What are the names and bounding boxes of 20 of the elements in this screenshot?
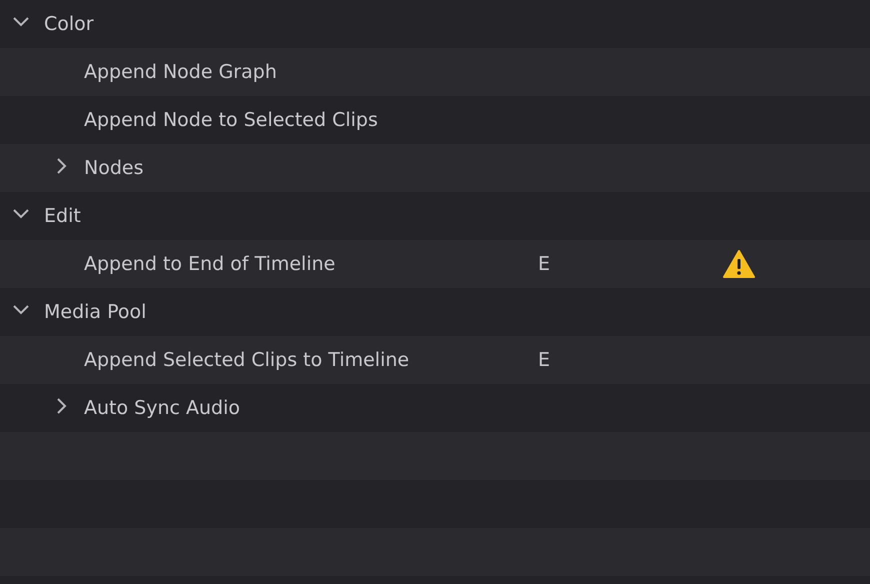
tree-row[interactable]: Append Selected Clips to Timeline E	[0, 336, 870, 384]
tree-row[interactable]: Auto Sync Audio	[0, 384, 870, 432]
group-label: Auto Sync Audio	[84, 397, 241, 419]
group-label: Edit	[44, 205, 82, 227]
tree-row[interactable]: Append Node Graph	[0, 48, 870, 96]
tree-row[interactable]: Media Pool	[0, 288, 870, 336]
group-label: Nodes	[84, 157, 144, 179]
tree-row[interactable]: Append to End of Timeline E	[0, 240, 870, 288]
tree-row[interactable]: Color	[0, 0, 870, 48]
shortcut-key: E	[530, 349, 650, 371]
tree-row[interactable]: Append Node to Selected Clips	[0, 96, 870, 144]
shortcut-key: E	[530, 253, 650, 275]
tree-row[interactable]: Edit	[0, 192, 870, 240]
command-label: Append Selected Clips to Timeline	[84, 349, 410, 371]
group-label: Color	[44, 13, 95, 35]
group-label: Media Pool	[44, 301, 148, 323]
command-label: Append Node Graph	[84, 61, 278, 83]
tree-row[interactable]: Nodes	[0, 144, 870, 192]
command-label: Append Node to Selected Clips	[84, 109, 379, 131]
command-label: Append to End of Timeline	[84, 253, 336, 275]
